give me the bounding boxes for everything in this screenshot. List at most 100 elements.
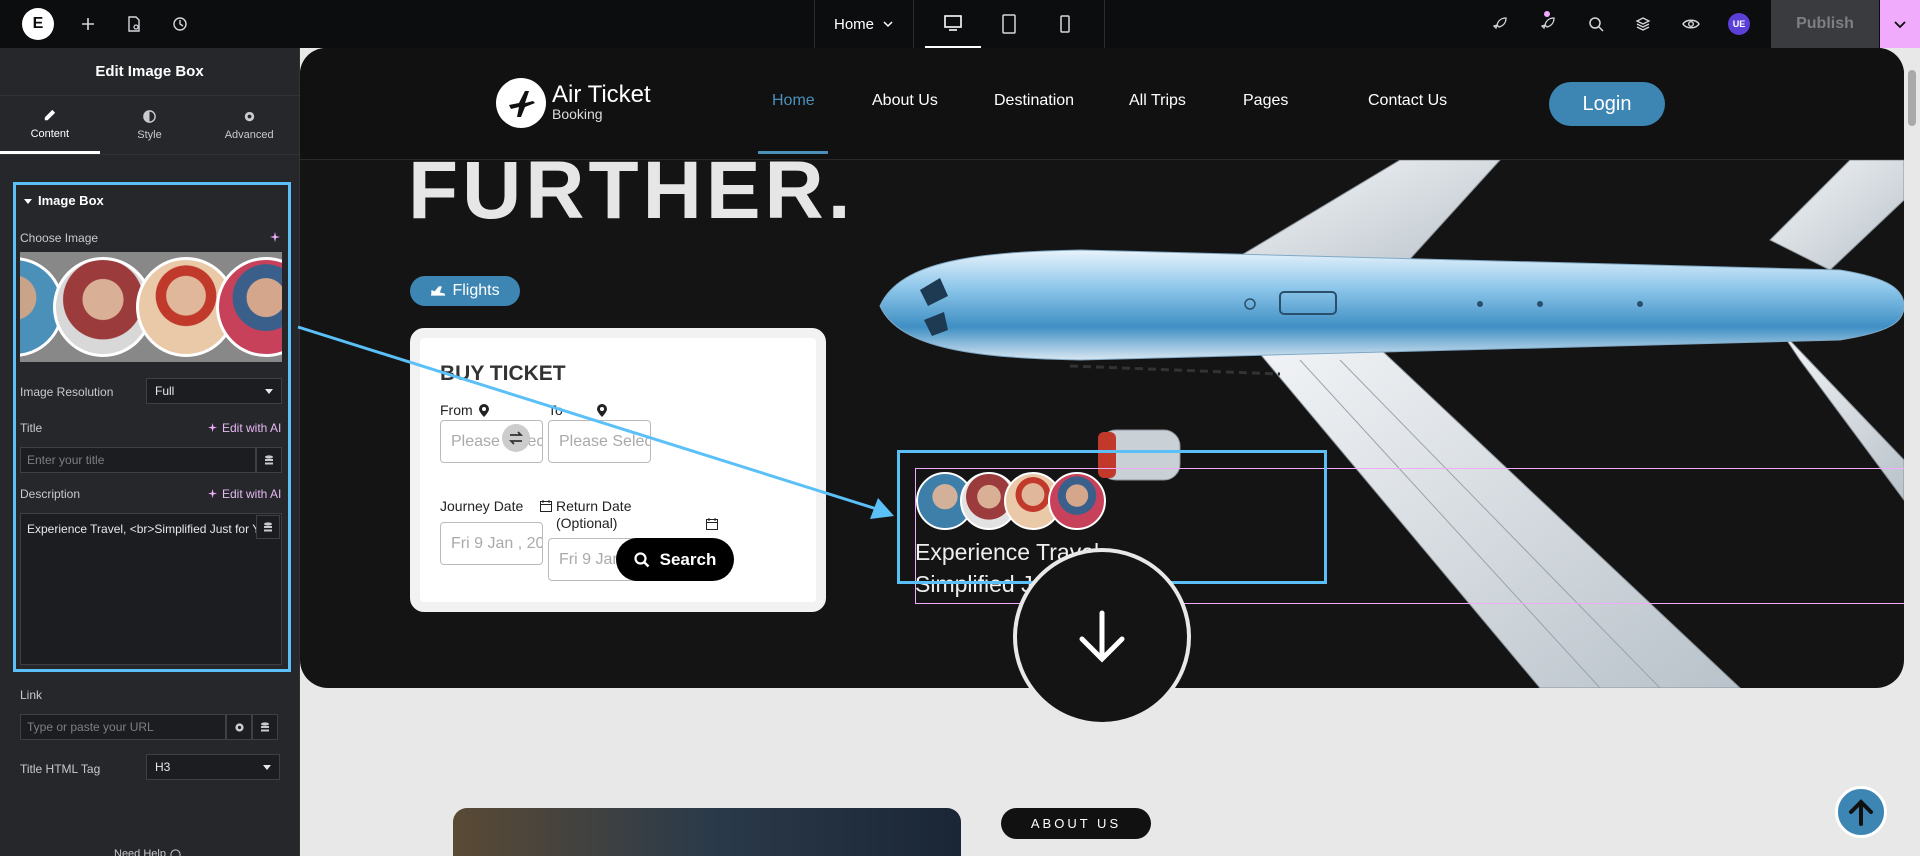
scroll-down-button[interactable] — [1013, 548, 1191, 726]
tablet-icon — [1002, 14, 1016, 34]
arrow-down-icon — [1079, 610, 1125, 663]
flights-label: Flights — [452, 282, 500, 299]
search-button[interactable]: Search — [616, 538, 734, 581]
airplane-image — [879, 160, 1904, 688]
map-pin-icon — [596, 403, 607, 417]
panel-tabs: Content Style Advanced — [0, 96, 299, 155]
link-options-button[interactable] — [226, 714, 252, 740]
chevron-down-icon — [1894, 21, 1906, 29]
notifications-button[interactable] — [1532, 0, 1564, 48]
link-dynamic-tags-button[interactable] — [252, 714, 278, 740]
login-button[interactable]: Login — [1549, 82, 1665, 126]
section-title: Image Box — [38, 193, 104, 208]
layers-icon — [1635, 17, 1651, 31]
search-label: Search — [659, 549, 717, 569]
publish-options-button[interactable] — [1880, 0, 1920, 48]
ai-sparkle-icon[interactable] — [270, 232, 281, 243]
rocket-notification-icon — [1540, 17, 1555, 30]
image-resolution-select[interactable]: Full — [146, 378, 282, 404]
link-label: Link — [20, 688, 43, 702]
swap-locations-button[interactable] — [502, 424, 530, 452]
title-html-tag-label: Title HTML Tag — [20, 762, 101, 776]
tab-content[interactable]: Content — [0, 96, 100, 154]
page-selector[interactable]: Home — [814, 0, 914, 48]
site-header: Air Ticket Booking Home About Us Destina… — [300, 48, 1904, 160]
canvas-scrollbar[interactable] — [1908, 70, 1916, 126]
nav-about-us[interactable]: About Us — [872, 92, 938, 110]
history-button[interactable] — [164, 0, 196, 48]
ai-sparkle-icon — [208, 423, 218, 433]
nav-destination[interactable]: Destination — [994, 92, 1074, 110]
title-dynamic-tags-button[interactable] — [256, 447, 282, 473]
nav-contact-us[interactable]: Contact Us — [1368, 92, 1447, 110]
elementor-logo-button[interactable]: E — [22, 8, 54, 40]
site-settings-button[interactable] — [1484, 0, 1516, 48]
plus-icon — [82, 18, 94, 30]
gear-icon — [244, 111, 254, 122]
site-logo-text: Air Ticket Booking — [552, 81, 651, 123]
search-icon — [1589, 17, 1604, 32]
page-settings-button[interactable] — [118, 0, 150, 48]
nav-all-trips[interactable]: All Trips — [1129, 92, 1186, 110]
link-input[interactable]: Type or paste your URL — [20, 714, 226, 740]
title-html-tag-select[interactable]: H3 — [146, 754, 280, 780]
description-label: Description — [20, 487, 81, 501]
title-input[interactable]: Enter your title — [20, 447, 256, 473]
about-us-badge: ABOUT US — [1001, 808, 1151, 839]
desktop-view-button[interactable] — [925, 0, 981, 48]
notification-dot — [1544, 11, 1550, 17]
add-element-button[interactable] — [72, 0, 104, 48]
need-help-label: Need Help — [114, 848, 166, 856]
journey-date-input[interactable]: Fri 9 Jan , 2026 — [440, 522, 543, 565]
description-edit-with-ai-link[interactable]: Edit with AI — [208, 487, 281, 501]
to-label-row: To — [548, 402, 607, 418]
preview-button[interactable] — [1675, 0, 1707, 48]
chevron-down-icon — [883, 21, 893, 28]
mobile-view-button[interactable] — [1037, 0, 1093, 48]
history-icon — [173, 17, 187, 31]
to-input[interactable]: Please Select — [548, 420, 651, 463]
structure-button[interactable] — [1627, 0, 1659, 48]
plane-icon — [431, 286, 446, 296]
description-dynamic-tags-button[interactable] — [256, 515, 280, 539]
preview-canvas: FURTHER. Air Ticket Booking Home About U… — [300, 48, 1920, 856]
swap-icon — [508, 431, 524, 445]
help-icon — [170, 848, 181, 856]
title-edit-with-ai-label: Edit with AI — [222, 421, 282, 435]
nav-pages[interactable]: Pages — [1243, 92, 1288, 110]
description-textarea[interactable]: Experience Travel, <br>Simplified Just f… — [20, 513, 282, 665]
from-label: From — [440, 402, 473, 418]
return-date-label: Return Date (Optional) — [556, 498, 632, 531]
tab-style-label: Style — [137, 129, 162, 141]
publish-button[interactable]: Publish — [1771, 0, 1879, 48]
flights-tab[interactable]: Flights — [410, 276, 520, 306]
need-help-link[interactable]: Need Help — [114, 848, 181, 856]
site-logo[interactable]: Air Ticket Booking — [496, 78, 651, 128]
description-edit-with-ai-label: Edit with AI — [222, 487, 282, 501]
choose-image-label: Choose Image — [20, 231, 99, 245]
section-toggle[interactable]: Image Box — [24, 193, 104, 208]
to-label: To — [548, 402, 563, 418]
scroll-to-top-button[interactable] — [1835, 786, 1887, 838]
title-edit-with-ai-link[interactable]: Edit with AI — [208, 421, 281, 435]
nav-home[interactable]: Home — [772, 92, 815, 110]
buy-ticket-card: BUY TICKET From To Please Select Please … — [410, 328, 826, 612]
rocket-icon — [1492, 17, 1507, 30]
tab-advanced[interactable]: Advanced — [199, 96, 299, 154]
tab-content-label: Content — [30, 127, 70, 140]
database-icon — [264, 521, 272, 531]
site-logo-title: Air Ticket — [552, 81, 651, 108]
page-name: Home — [833, 15, 874, 33]
tab-style[interactable]: Style — [100, 96, 200, 154]
half-circle-icon — [143, 110, 156, 123]
tablet-view-button[interactable] — [981, 0, 1037, 48]
user-avatar[interactable]: UE — [1728, 13, 1750, 35]
image-resolution-value: Full — [155, 384, 175, 398]
image-preview[interactable] — [20, 252, 282, 362]
pencil-icon — [45, 109, 56, 120]
gear-icon — [234, 722, 244, 732]
database-icon — [265, 454, 273, 464]
search-button[interactable] — [1580, 0, 1612, 48]
map-pin-icon — [478, 403, 489, 417]
ai-sparkle-icon — [208, 489, 218, 499]
